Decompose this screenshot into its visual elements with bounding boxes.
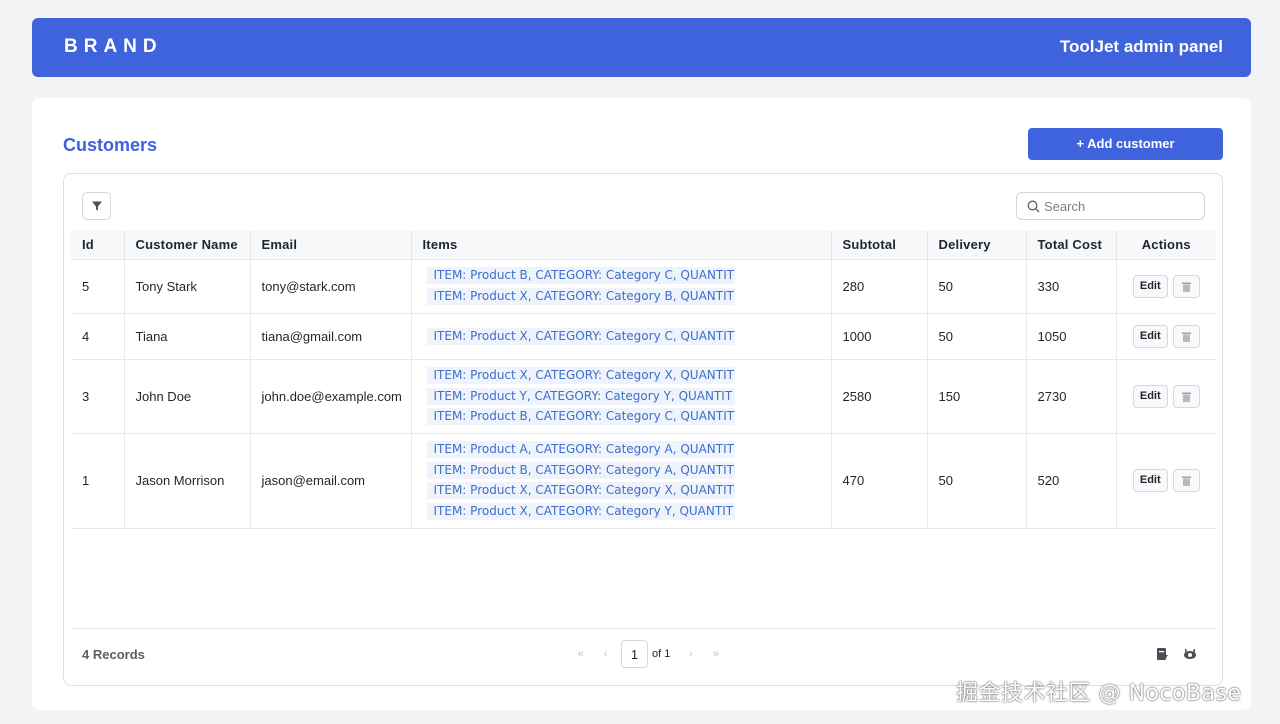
item-tag: ITEM: Product X, CATEGORY: Category X, Q… xyxy=(426,482,735,500)
cell-id: 3 xyxy=(71,359,125,434)
item-tag: ITEM: Product Y, CATEGORY: Category Y, Q… xyxy=(426,387,735,405)
table-row[interactable]: 1 Jason Morrison jason@email.com ITEM: P… xyxy=(71,433,1216,529)
double-left-icon[interactable]: « xyxy=(568,648,593,660)
table-row[interactable]: 5 Tony Stark tony@stark.com ITEM: Produc… xyxy=(71,259,1216,314)
search-box[interactable] xyxy=(1016,192,1205,220)
cell-subtotal: 280 xyxy=(831,259,928,314)
filter-icon xyxy=(91,201,102,211)
delete-button[interactable] xyxy=(1172,384,1200,408)
cell-customer-name: Tiana xyxy=(124,313,251,360)
column-header-delivery[interactable]: Delivery xyxy=(927,231,1027,260)
table-header-row: Id Customer Name Email Items Subtotal De… xyxy=(71,231,1216,260)
filter-button[interactable] xyxy=(82,192,111,220)
cell-email: john.doe@example.com xyxy=(250,359,412,434)
column-header-customer-name[interactable]: Customer Name xyxy=(124,231,251,260)
column-header-items[interactable]: Items xyxy=(411,231,832,260)
item-tag: ITEM: Product X, CATEGORY: Category Y, Q… xyxy=(426,502,735,520)
cell-delivery: 150 xyxy=(927,359,1027,434)
cell-items: ITEM: Product B, CATEGORY: Category C, Q… xyxy=(411,259,832,314)
cell-items: ITEM: Product X, CATEGORY: Category X, Q… xyxy=(411,359,832,434)
item-tag: ITEM: Product B, CATEGORY: Category A, Q… xyxy=(426,461,735,479)
cell-email: tony@stark.com xyxy=(250,259,412,314)
cell-items: ITEM: Product A, CATEGORY: Category A, Q… xyxy=(411,433,832,529)
item-tag: ITEM: Product X, CATEGORY: Category B, Q… xyxy=(426,287,735,305)
cell-total-cost: 520 xyxy=(1026,433,1117,529)
cell-actions: Edit xyxy=(1116,259,1216,314)
download-icon[interactable] xyxy=(1155,647,1169,661)
table-footer-divider xyxy=(71,628,1216,629)
cell-actions: Edit xyxy=(1116,313,1216,360)
cell-subtotal: 470 xyxy=(831,433,928,529)
cell-subtotal: 2580 xyxy=(831,359,928,434)
page-total: of 1 xyxy=(652,648,671,660)
cell-customer-name: John Doe xyxy=(124,359,251,434)
cell-id: 1 xyxy=(71,433,125,529)
edit-button[interactable]: Edit xyxy=(1132,324,1168,348)
cell-delivery: 50 xyxy=(927,259,1027,314)
item-tag: ITEM: Product X, CATEGORY: Category C, Q… xyxy=(426,327,735,345)
watermark-text: 掘金技术社区 @ NocoBase xyxy=(956,681,1242,706)
cell-items: ITEM: Product X, CATEGORY: Category C, Q… xyxy=(411,313,832,360)
customers-table-container: Id Customer Name Email Items Subtotal De… xyxy=(63,173,1223,686)
double-right-icon[interactable]: » xyxy=(703,648,728,660)
cell-actions: Edit xyxy=(1116,433,1216,529)
cell-delivery: 50 xyxy=(927,313,1027,360)
delete-button[interactable] xyxy=(1172,324,1200,348)
cell-subtotal: 1000 xyxy=(831,313,928,360)
cell-actions: Edit xyxy=(1116,359,1216,434)
left-icon[interactable]: ‹ xyxy=(593,648,618,660)
table-row[interactable]: 3 John Doe john.doe@example.com ITEM: Pr… xyxy=(71,359,1216,434)
column-header-id[interactable]: Id xyxy=(71,231,125,260)
cell-total-cost: 2730 xyxy=(1026,359,1117,434)
item-tag: ITEM: Product B, CATEGORY: Category C, Q… xyxy=(426,267,735,285)
right-icon[interactable]: › xyxy=(678,648,703,660)
column-header-total-cost[interactable]: Total Cost xyxy=(1026,231,1117,260)
panel-title: ToolJet admin panel xyxy=(1059,37,1223,56)
customers-table: Id Customer Name Email Items Subtotal De… xyxy=(71,231,1216,529)
column-header-subtotal[interactable]: Subtotal xyxy=(831,231,928,260)
search-icon xyxy=(1027,200,1040,212)
edit-button[interactable]: Edit xyxy=(1132,274,1168,298)
top-header: BRAND ToolJet admin panel xyxy=(32,18,1251,77)
item-tag: ITEM: Product A, CATEGORY: Category A, Q… xyxy=(426,441,735,459)
column-header-actions: Actions xyxy=(1116,231,1216,260)
delete-button[interactable] xyxy=(1172,469,1200,492)
trash-icon xyxy=(1181,392,1191,402)
cell-id: 4 xyxy=(71,313,125,360)
cell-email: tiana@gmail.com xyxy=(250,313,412,360)
add-customer-button[interactable]: + Add customer xyxy=(1028,128,1223,160)
column-visibility-icon[interactable] xyxy=(1183,647,1197,661)
page-title: Customers xyxy=(63,135,158,155)
edit-button[interactable]: Edit xyxy=(1132,469,1168,492)
cell-email: jason@email.com xyxy=(250,433,412,529)
cell-customer-name: Jason Morrison xyxy=(124,433,251,529)
cell-id: 5 xyxy=(71,259,125,314)
pagination: « ‹ 1 of 1 › » xyxy=(568,640,728,668)
cell-customer-name: Tony Stark xyxy=(124,259,251,314)
table-row[interactable]: 4 Tiana tiana@gmail.com ITEM: Product X,… xyxy=(71,313,1216,360)
edit-button[interactable]: Edit xyxy=(1132,384,1168,408)
trash-icon xyxy=(1181,332,1191,342)
brand-logo: BRAND xyxy=(64,36,163,57)
search-input[interactable] xyxy=(1044,198,1194,214)
cell-total-cost: 330 xyxy=(1026,259,1117,314)
column-header-email[interactable]: Email xyxy=(250,231,412,260)
item-tag: ITEM: Product B, CATEGORY: Category C, Q… xyxy=(426,408,735,425)
cell-total-cost: 1050 xyxy=(1026,313,1117,360)
trash-icon xyxy=(1181,282,1191,292)
delete-button[interactable] xyxy=(1172,274,1200,298)
customers-card: Customers + Add customer Id Customer N xyxy=(32,98,1251,710)
cell-delivery: 50 xyxy=(927,433,1027,529)
record-count: 4 Records xyxy=(82,647,145,662)
current-page-input[interactable]: 1 xyxy=(621,640,648,668)
trash-icon xyxy=(1181,476,1191,486)
item-tag: ITEM: Product X, CATEGORY: Category X, Q… xyxy=(426,367,735,384)
